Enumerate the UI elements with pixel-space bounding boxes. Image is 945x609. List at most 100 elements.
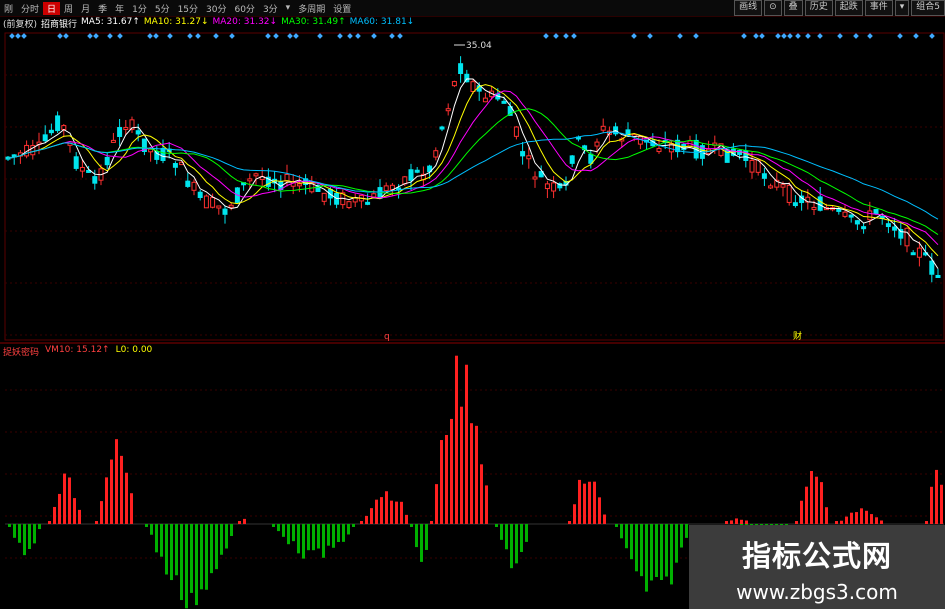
candle-body [439, 126, 445, 130]
diamond-marker [167, 33, 173, 39]
diamond-marker [273, 33, 279, 39]
candle-body [904, 227, 910, 247]
histogram-bar-down [155, 524, 158, 553]
histogram-bar-down [505, 524, 508, 550]
histogram-bar-down [515, 524, 518, 564]
candle-body [117, 127, 123, 137]
diamond-marker [897, 33, 903, 39]
candle-body [48, 129, 54, 134]
candle-body [482, 97, 488, 103]
diamond-marker [929, 33, 935, 39]
candle-body [247, 178, 253, 182]
diamond-marker [15, 33, 21, 39]
histogram-bar-up [875, 517, 878, 524]
candle-body [892, 226, 898, 231]
histogram-bar-up [115, 439, 118, 524]
candle-body [768, 185, 774, 189]
candle-body [191, 181, 197, 191]
histogram-bar-up [360, 521, 363, 524]
histogram-bar-down [277, 524, 280, 532]
histogram-bar-up [455, 355, 458, 524]
histogram-bar-down [352, 524, 355, 527]
histogram-bar-down [220, 524, 223, 555]
histogram-bar-up [880, 520, 883, 524]
diamond-marker [563, 33, 569, 39]
candle-body [445, 108, 451, 112]
diamond-marker [187, 33, 193, 39]
histogram-bar-up [440, 440, 443, 524]
candle-body [160, 147, 166, 161]
histogram-bar-down [13, 524, 16, 538]
histogram-bar-up [445, 434, 448, 524]
candle-body [817, 196, 823, 211]
ma-line-4 [7, 131, 939, 220]
candle-body [780, 184, 786, 188]
histogram-bar-up [365, 515, 368, 524]
diamond-marker [853, 33, 859, 39]
diamond-marker [57, 33, 63, 39]
diamond-marker [913, 33, 919, 39]
histogram-bar-up [730, 520, 733, 524]
candle-body [929, 260, 935, 275]
histogram-bar-up [125, 472, 128, 524]
watermark-url: www.zbgs3.com [736, 580, 898, 604]
histogram-bar-down [520, 524, 523, 553]
candle-body [786, 184, 792, 203]
candle-body [916, 247, 922, 258]
candle-body [216, 205, 222, 209]
candle-body [910, 252, 916, 256]
diamond-marker [795, 33, 801, 39]
candle-body [42, 134, 48, 142]
histogram-bar-up [435, 484, 438, 524]
candle-body [408, 169, 414, 181]
histogram-bar-down [28, 524, 31, 550]
histogram-bar-up [725, 521, 728, 524]
histogram-bar-down [302, 524, 305, 559]
histogram-bar-down [625, 524, 628, 549]
candle-body [371, 193, 377, 198]
histogram-bar-up [845, 516, 848, 524]
diamond-marker [195, 33, 201, 39]
histogram-bar-down [327, 524, 330, 546]
histogram-bar-up [370, 508, 373, 524]
histogram-bar-down [635, 524, 638, 572]
histogram-bar-down [175, 524, 178, 576]
histogram-bar-down [332, 524, 335, 548]
histogram-bar-up [243, 518, 246, 524]
histogram-bar-up [485, 485, 488, 524]
histogram-bar-up [465, 364, 468, 524]
histogram-bar-up [63, 473, 66, 524]
histogram-bar-down [410, 524, 413, 527]
diamond-marker [837, 33, 843, 39]
histogram-bar-down [185, 524, 188, 609]
histogram-bar-up [795, 521, 798, 524]
candle-body [532, 176, 538, 180]
candle-body [885, 223, 891, 228]
histogram-bar-up [400, 501, 403, 524]
candle-body [197, 191, 203, 198]
diamond-marker [647, 33, 653, 39]
histogram-bar-up [120, 455, 123, 524]
histogram-bar-down [347, 524, 350, 535]
histogram-bar-up [745, 520, 748, 524]
histogram-bar-down [230, 524, 233, 537]
candle-body [792, 202, 798, 207]
diamond-marker [817, 33, 823, 39]
event-marker-q: q [384, 332, 390, 342]
candle-body [451, 81, 457, 87]
histogram-bar-up [95, 521, 98, 524]
candle-body [656, 148, 662, 153]
histogram-bar-down [200, 524, 203, 590]
candle-body [414, 169, 420, 173]
diamond-marker [355, 33, 361, 39]
kline-chart[interactable]: 35.04 q 财 [0, 0, 945, 609]
high-price-label: 35.04 [466, 41, 492, 51]
candle-body [761, 173, 767, 179]
histogram-bar-down [670, 524, 673, 585]
histogram-bar-down [337, 524, 340, 543]
candle-body [513, 126, 519, 137]
diamond-marker [397, 33, 403, 39]
diamond-marker [337, 33, 343, 39]
histogram-bar-up [800, 500, 803, 524]
diamond-marker [147, 33, 153, 39]
